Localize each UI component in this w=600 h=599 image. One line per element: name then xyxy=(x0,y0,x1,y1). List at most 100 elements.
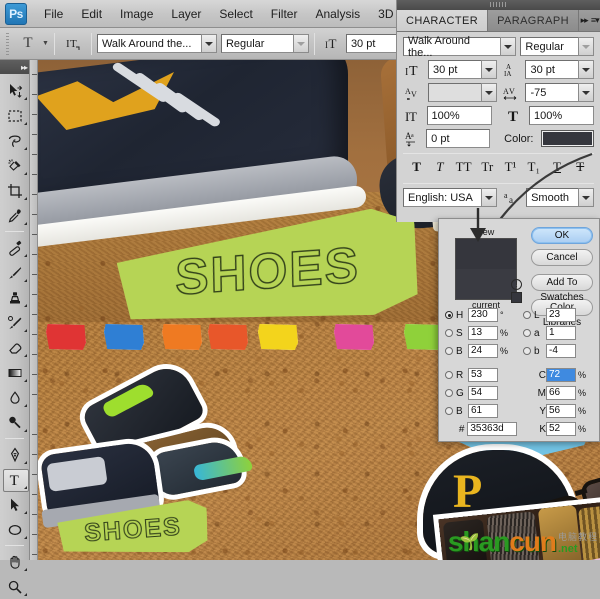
antialias-value[interactable]: Smooth xyxy=(526,188,578,207)
lab-a-radio[interactable] xyxy=(523,329,531,337)
panel-horizontal-scale-value[interactable]: 100% xyxy=(529,106,594,125)
text-tool-icon[interactable]: T xyxy=(15,32,41,56)
chevron-down-icon[interactable]: ▼ xyxy=(42,40,49,47)
gradient-tool[interactable] xyxy=(0,360,30,385)
tab-paragraph[interactable]: PARAGRAPH xyxy=(488,10,579,31)
menu-item-select[interactable]: Select xyxy=(210,4,261,24)
marquee-tool[interactable] xyxy=(0,103,30,128)
small-caps-button[interactable]: Tr xyxy=(479,159,496,175)
panel-tracking-arrow[interactable] xyxy=(578,83,594,102)
red-radio[interactable] xyxy=(445,371,453,379)
panel-menu-icon[interactable]: ≡▾ xyxy=(589,10,600,31)
panel-kerning-arrow[interactable] xyxy=(481,83,497,102)
brush-tool[interactable] xyxy=(0,260,30,285)
antialias-arrow[interactable] xyxy=(578,188,594,207)
text-orientation-icon[interactable]: IT xyxy=(60,32,86,56)
panel-leading-arrow[interactable] xyxy=(578,60,594,79)
panel-font-size-arrow[interactable] xyxy=(481,60,497,79)
panel-baseline-shift-value[interactable]: 0 pt xyxy=(426,129,490,148)
eyedropper-tool[interactable] xyxy=(0,203,30,228)
panel-tracking-value[interactable]: -75 xyxy=(525,83,578,102)
menu-item-file[interactable]: File xyxy=(35,4,72,24)
blue-input[interactable]: 61 xyxy=(468,404,498,418)
blue-radio[interactable] xyxy=(445,407,453,415)
magenta-input[interactable]: 66 xyxy=(546,386,576,400)
menu-item-image[interactable]: Image xyxy=(111,4,162,24)
panel-leading-value[interactable]: 30 pt xyxy=(525,60,578,79)
panel-drag-bar[interactable] xyxy=(397,0,600,10)
strikethrough-button[interactable]: T xyxy=(572,159,589,175)
font-family-dropdown-arrow[interactable] xyxy=(201,34,217,53)
eraser-tool[interactable] xyxy=(0,335,30,360)
panel-font-size-value[interactable]: 30 pt xyxy=(428,60,481,79)
lab-l-radio[interactable] xyxy=(523,311,531,319)
ok-button[interactable]: OK xyxy=(531,227,593,244)
menu-item-layer[interactable]: Layer xyxy=(162,4,210,24)
faux-italic-button[interactable]: T xyxy=(431,159,448,175)
history-brush-tool[interactable] xyxy=(0,310,30,335)
clone-stamp-tool[interactable] xyxy=(0,285,30,310)
cancel-button[interactable]: Cancel xyxy=(531,249,593,266)
web-safe-warning-icon[interactable] xyxy=(511,292,522,303)
lab-b-radio[interactable] xyxy=(523,347,531,355)
red-input[interactable]: 53 xyxy=(468,368,498,382)
brightness-input[interactable]: 24 xyxy=(468,344,498,358)
gamut-warning-icon[interactable] xyxy=(511,279,522,290)
saturation-input[interactable]: 13 xyxy=(468,326,498,340)
subscript-button[interactable]: T₁ xyxy=(525,159,542,175)
text-color-swatch[interactable] xyxy=(541,130,594,147)
panel-font-style-arrow[interactable] xyxy=(578,37,594,56)
hue-radio[interactable] xyxy=(445,311,453,319)
type-tool[interactable]: T xyxy=(0,467,30,492)
menu-item-analysis[interactable]: Analysis xyxy=(306,4,369,24)
options-bar-grip[interactable] xyxy=(4,33,11,55)
hue-input[interactable]: 230 xyxy=(468,308,498,322)
blur-tool[interactable] xyxy=(0,385,30,410)
superscript-button[interactable]: T¹ xyxy=(502,159,519,175)
shape-tool[interactable] xyxy=(0,517,30,542)
font-style-dropdown-arrow[interactable] xyxy=(293,34,309,53)
panel-font-size-combo[interactable]: 30 pt xyxy=(428,60,497,79)
hex-input[interactable]: 35363d xyxy=(467,422,517,436)
panel-vertical-scale-value[interactable]: 100% xyxy=(427,106,492,125)
lab-a-input[interactable]: 1 xyxy=(546,326,576,340)
menu-item-filter[interactable]: Filter xyxy=(262,4,307,24)
panel-font-family-value[interactable]: Walk Around the... xyxy=(403,37,500,56)
language-value[interactable]: English: USA xyxy=(403,188,481,207)
lasso-tool[interactable] xyxy=(0,128,30,153)
panel-font-style-combo[interactable]: Regular xyxy=(520,37,594,56)
pen-tool[interactable] xyxy=(0,442,30,467)
panel-kerning-value[interactable] xyxy=(428,83,481,102)
panel-font-style-value[interactable]: Regular xyxy=(520,37,578,56)
faux-bold-button[interactable]: T xyxy=(408,159,425,175)
language-combo[interactable]: English: USA xyxy=(403,188,497,207)
language-arrow[interactable] xyxy=(481,188,497,207)
dodge-tool[interactable] xyxy=(0,410,30,435)
underline-button[interactable]: T xyxy=(549,159,566,175)
add-to-swatches-button[interactable]: Add To Swatches xyxy=(531,274,593,291)
panel-font-family-combo[interactable]: Walk Around the... xyxy=(403,37,516,56)
quick-selection-tool[interactable] xyxy=(0,153,30,178)
green-radio[interactable] xyxy=(445,389,453,397)
panel-tracking-combo[interactable]: -75 xyxy=(525,83,594,102)
double-chevron-right-icon[interactable]: ▸▸ xyxy=(579,10,590,31)
black-input[interactable]: 52 xyxy=(546,422,576,436)
crop-tool[interactable] xyxy=(0,178,30,203)
tools-collapse-icon[interactable]: ▸▸ xyxy=(0,60,29,74)
font-style-combo[interactable]: Regular xyxy=(221,34,309,53)
panel-kerning-combo[interactable] xyxy=(428,83,497,102)
hand-tool[interactable] xyxy=(0,549,30,574)
healing-brush-tool[interactable] xyxy=(0,235,30,260)
antialias-combo[interactable]: Smooth xyxy=(526,188,594,207)
green-input[interactable]: 54 xyxy=(468,386,498,400)
tab-character[interactable]: CHARACTER xyxy=(397,10,488,31)
font-style-value[interactable]: Regular xyxy=(221,34,293,53)
menu-item-edit[interactable]: Edit xyxy=(72,4,111,24)
saturation-radio[interactable] xyxy=(445,329,453,337)
panel-font-family-arrow[interactable] xyxy=(500,37,516,56)
lab-b-input[interactable]: -4 xyxy=(546,344,576,358)
zoom-tool[interactable] xyxy=(0,574,30,599)
move-tool[interactable] xyxy=(0,78,30,103)
font-family-combo[interactable]: Walk Around the... xyxy=(97,34,217,53)
current-color-swatch[interactable] xyxy=(456,269,516,299)
